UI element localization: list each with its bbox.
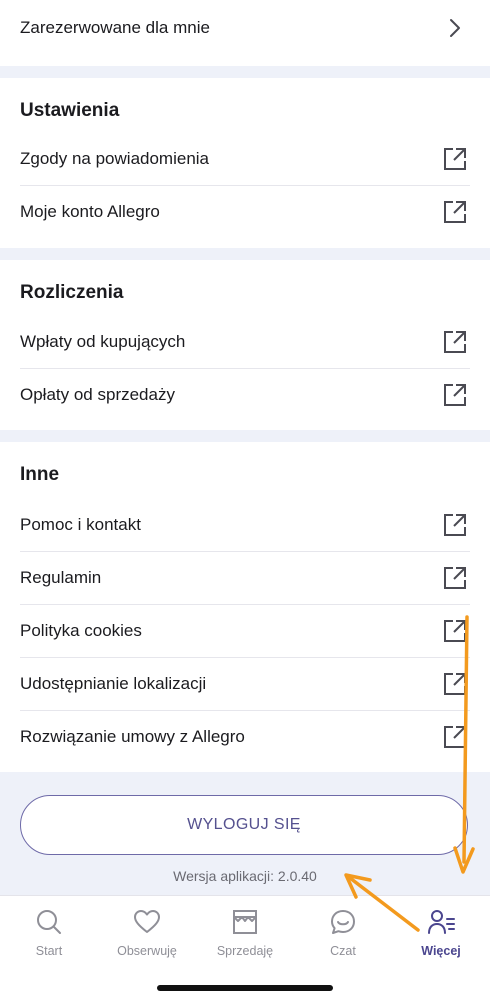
- menu-item-notification-consents[interactable]: Zgody na powiadomienia: [0, 132, 490, 185]
- section-title-other: Inne: [20, 464, 60, 485]
- menu-item-cookie-policy[interactable]: Polityka cookies: [0, 604, 490, 657]
- tab-label: Start: [35, 944, 63, 958]
- store-icon: [233, 910, 257, 934]
- tab-start[interactable]: Start: [0, 896, 98, 966]
- menu-item-location-sharing[interactable]: Udostępnianie lokalizacji: [0, 657, 490, 710]
- section-title-settings: Ustawienia: [20, 100, 120, 121]
- menu-item-label: Polityka cookies: [20, 621, 142, 640]
- tab-label: Obserwuję: [117, 944, 177, 958]
- menu-item-label: Moje konto Allegro: [20, 202, 160, 221]
- reserved-card: Zarezerwowane dla mnie: [0, 0, 490, 66]
- external-link-icon: [444, 620, 466, 642]
- external-link-icon: [444, 201, 466, 223]
- menu-item-sales-fees[interactable]: Opłaty od sprzedaży: [0, 368, 490, 421]
- menu-item-label: Udostępnianie lokalizacji: [20, 674, 207, 693]
- user-menu-icon: [428, 910, 455, 934]
- app-version: Wersja aplikacji: 2.0.40: [173, 868, 317, 884]
- menu-item-buyer-payments[interactable]: Wpłaty od kupujących: [0, 315, 490, 368]
- logout-button[interactable]: WYLOGUJ SIĘ: [20, 795, 468, 855]
- section-title-billing: Rozliczenia: [20, 282, 124, 303]
- tab-label: Czat: [330, 944, 356, 958]
- external-link-icon: [444, 331, 466, 353]
- external-link-icon: [444, 148, 466, 170]
- billing-section: Rozliczenia Wpłaty od kupujących Opłaty …: [0, 260, 490, 430]
- external-link-icon: [444, 514, 466, 536]
- external-link-icon: [444, 567, 466, 589]
- tab-label: Więcej: [421, 944, 461, 958]
- menu-item-terms[interactable]: Regulamin: [0, 551, 490, 604]
- menu-item-help-contact[interactable]: Pomoc i kontakt: [0, 498, 490, 551]
- tab-watched[interactable]: Obserwuję: [98, 896, 196, 966]
- chevron-right-icon: [450, 19, 460, 37]
- home-indicator: [157, 985, 333, 991]
- menu-item-reserved[interactable]: Zarezerwowane dla mnie: [0, 1, 490, 54]
- external-link-icon: [444, 384, 466, 406]
- menu-item-my-account[interactable]: Moje konto Allegro: [0, 185, 490, 238]
- menu-item-label: Opłaty od sprzedaży: [20, 385, 175, 404]
- bottom-tab-bar: Start Obserwuję Sprzedaję Czat Więcej: [0, 895, 490, 999]
- tab-selling[interactable]: Sprzedaję: [196, 896, 294, 966]
- heart-icon: [134, 910, 160, 933]
- external-link-icon: [444, 673, 466, 695]
- menu-item-terminate-contract[interactable]: Rozwiązanie umowy z Allegro: [0, 710, 490, 763]
- menu-item-label: Zarezerwowane dla mnie: [20, 18, 210, 37]
- search-icon: [37, 910, 61, 934]
- tab-chat[interactable]: Czat: [294, 896, 392, 966]
- chat-icon: [331, 910, 355, 934]
- menu-item-label: Zgody na powiadomienia: [20, 149, 210, 168]
- menu-item-label: Pomoc i kontakt: [20, 515, 141, 534]
- menu-item-label: Regulamin: [20, 568, 102, 587]
- other-section: Inne Pomoc i kontakt Regulamin Polityka …: [0, 442, 490, 772]
- tab-label: Sprzedaję: [216, 944, 274, 958]
- menu-item-label: Wpłaty od kupujących: [20, 332, 186, 351]
- settings-section: Ustawienia Zgody na powiadomienia Moje k…: [0, 78, 490, 248]
- tab-more[interactable]: Więcej: [392, 896, 490, 966]
- external-link-icon: [444, 726, 466, 748]
- menu-item-label: Rozwiązanie umowy z Allegro: [20, 727, 245, 746]
